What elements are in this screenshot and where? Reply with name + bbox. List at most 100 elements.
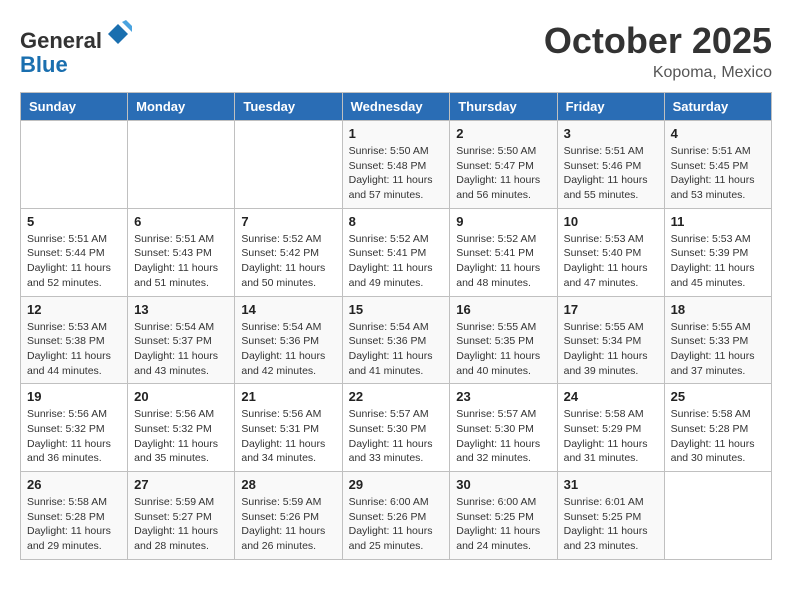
weekday-header-wednesday: Wednesday — [342, 93, 450, 121]
day-info: Sunrise: 5:53 AMSunset: 5:39 PMDaylight:… — [671, 232, 765, 291]
day-info: Sunrise: 5:59 AMSunset: 5:26 PMDaylight:… — [241, 495, 335, 554]
calendar-cell: 12 Sunrise: 5:53 AMSunset: 5:38 PMDayligh… — [21, 296, 128, 384]
calendar-cell: 17 Sunrise: 5:55 AMSunset: 5:34 PMDayligh… — [557, 296, 664, 384]
day-number: 7 — [241, 214, 335, 229]
day-number: 19 — [27, 389, 121, 404]
calendar-cell: 22 Sunrise: 5:57 AMSunset: 5:30 PMDayligh… — [342, 384, 450, 472]
calendar-cell: 21 Sunrise: 5:56 AMSunset: 5:31 PMDayligh… — [235, 384, 342, 472]
day-number: 27 — [134, 477, 228, 492]
day-number: 5 — [27, 214, 121, 229]
weekday-header-tuesday: Tuesday — [235, 93, 342, 121]
day-number: 21 — [241, 389, 335, 404]
day-info: Sunrise: 5:56 AMSunset: 5:32 PMDaylight:… — [27, 407, 121, 466]
day-number: 26 — [27, 477, 121, 492]
calendar-cell — [128, 121, 235, 209]
day-number: 1 — [349, 126, 444, 141]
day-info: Sunrise: 5:58 AMSunset: 5:28 PMDaylight:… — [27, 495, 121, 554]
weekday-header-row: SundayMondayTuesdayWednesdayThursdayFrid… — [21, 93, 772, 121]
calendar-cell: 13 Sunrise: 5:54 AMSunset: 5:37 PMDayligh… — [128, 296, 235, 384]
weekday-header-friday: Friday — [557, 93, 664, 121]
day-info: Sunrise: 5:52 AMSunset: 5:42 PMDaylight:… — [241, 232, 335, 291]
calendar-cell: 28 Sunrise: 5:59 AMSunset: 5:26 PMDayligh… — [235, 472, 342, 560]
location: Kopoma, Mexico — [544, 64, 772, 82]
month-title: October 2025 — [544, 20, 772, 62]
day-number: 15 — [349, 302, 444, 317]
day-number: 18 — [671, 302, 765, 317]
day-info: Sunrise: 5:55 AMSunset: 5:34 PMDaylight:… — [564, 320, 658, 379]
calendar-cell: 6 Sunrise: 5:51 AMSunset: 5:43 PMDaylight… — [128, 208, 235, 296]
calendar-cell: 15 Sunrise: 5:54 AMSunset: 5:36 PMDayligh… — [342, 296, 450, 384]
day-info: Sunrise: 5:51 AMSunset: 5:46 PMDaylight:… — [564, 144, 658, 203]
calendar-cell — [664, 472, 771, 560]
day-info: Sunrise: 5:57 AMSunset: 5:30 PMDaylight:… — [456, 407, 550, 466]
calendar-cell: 4 Sunrise: 5:51 AMSunset: 5:45 PMDaylight… — [664, 121, 771, 209]
calendar-table: SundayMondayTuesdayWednesdayThursdayFrid… — [20, 92, 772, 560]
day-number: 22 — [349, 389, 444, 404]
day-info: Sunrise: 6:01 AMSunset: 5:25 PMDaylight:… — [564, 495, 658, 554]
calendar-cell — [21, 121, 128, 209]
day-info: Sunrise: 5:55 AMSunset: 5:35 PMDaylight:… — [456, 320, 550, 379]
day-info: Sunrise: 5:50 AMSunset: 5:47 PMDaylight:… — [456, 144, 550, 203]
day-number: 28 — [241, 477, 335, 492]
day-number: 30 — [456, 477, 550, 492]
calendar-cell: 19 Sunrise: 5:56 AMSunset: 5:32 PMDayligh… — [21, 384, 128, 472]
day-info: Sunrise: 5:54 AMSunset: 5:37 PMDaylight:… — [134, 320, 228, 379]
calendar-week-row: 19 Sunrise: 5:56 AMSunset: 5:32 PMDayligh… — [21, 384, 772, 472]
day-number: 11 — [671, 214, 765, 229]
logo-icon — [104, 20, 132, 48]
day-info: Sunrise: 5:51 AMSunset: 5:43 PMDaylight:… — [134, 232, 228, 291]
calendar-cell: 2 Sunrise: 5:50 AMSunset: 5:47 PMDaylight… — [450, 121, 557, 209]
day-number: 6 — [134, 214, 228, 229]
day-number: 17 — [564, 302, 658, 317]
day-info: Sunrise: 5:53 AMSunset: 5:38 PMDaylight:… — [27, 320, 121, 379]
day-number: 4 — [671, 126, 765, 141]
calendar-cell: 24Sunrise: 5:58 AMSunset: 5:29 PMDayligh… — [557, 384, 664, 472]
day-info: Sunrise: 5:51 AMSunset: 5:44 PMDaylight:… — [27, 232, 121, 291]
calendar-cell: 27 Sunrise: 5:59 AMSunset: 5:27 PMDayligh… — [128, 472, 235, 560]
calendar-cell: 11 Sunrise: 5:53 AMSunset: 5:39 PMDayligh… — [664, 208, 771, 296]
calendar-cell: 16 Sunrise: 5:55 AMSunset: 5:35 PMDayligh… — [450, 296, 557, 384]
day-info: Sunrise: 5:57 AMSunset: 5:30 PMDaylight:… — [349, 407, 444, 466]
weekday-header-monday: Monday — [128, 93, 235, 121]
day-info: Sunrise: 5:52 AMSunset: 5:41 PMDaylight:… — [349, 232, 444, 291]
logo-general-text: General — [20, 28, 102, 53]
calendar-cell: 14Sunrise: 5:54 AMSunset: 5:36 PMDayligh… — [235, 296, 342, 384]
day-info: Sunrise: 6:00 AMSunset: 5:26 PMDaylight:… — [349, 495, 444, 554]
day-number: 29 — [349, 477, 444, 492]
calendar-cell: 25Sunrise: 5:58 AMSunset: 5:28 PMDayligh… — [664, 384, 771, 472]
calendar-body: 1Sunrise: 5:50 AMSunset: 5:48 PMDaylight… — [21, 121, 772, 560]
calendar-cell: 30Sunrise: 6:00 AMSunset: 5:25 PMDayligh… — [450, 472, 557, 560]
day-info: Sunrise: 5:51 AMSunset: 5:45 PMDaylight:… — [671, 144, 765, 203]
day-info: Sunrise: 5:53 AMSunset: 5:40 PMDaylight:… — [564, 232, 658, 291]
calendar-cell: 10Sunrise: 5:53 AMSunset: 5:40 PMDayligh… — [557, 208, 664, 296]
calendar-cell: 29 Sunrise: 6:00 AMSunset: 5:26 PMDayligh… — [342, 472, 450, 560]
day-info: Sunrise: 5:55 AMSunset: 5:33 PMDaylight:… — [671, 320, 765, 379]
calendar-cell: 9 Sunrise: 5:52 AMSunset: 5:41 PMDaylight… — [450, 208, 557, 296]
day-info: Sunrise: 5:56 AMSunset: 5:31 PMDaylight:… — [241, 407, 335, 466]
day-number: 12 — [27, 302, 121, 317]
calendar-cell: 3Sunrise: 5:51 AMSunset: 5:46 PMDaylight… — [557, 121, 664, 209]
calendar-cell: 18 Sunrise: 5:55 AMSunset: 5:33 PMDayligh… — [664, 296, 771, 384]
calendar-cell: 5 Sunrise: 5:51 AMSunset: 5:44 PMDaylight… — [21, 208, 128, 296]
day-info: Sunrise: 5:52 AMSunset: 5:41 PMDaylight:… — [456, 232, 550, 291]
day-number: 9 — [456, 214, 550, 229]
calendar-week-row: 5 Sunrise: 5:51 AMSunset: 5:44 PMDaylight… — [21, 208, 772, 296]
day-info: Sunrise: 5:59 AMSunset: 5:27 PMDaylight:… — [134, 495, 228, 554]
calendar-cell: 1Sunrise: 5:50 AMSunset: 5:48 PMDaylight… — [342, 121, 450, 209]
day-number: 14 — [241, 302, 335, 317]
weekday-header-sunday: Sunday — [21, 93, 128, 121]
calendar-cell: 20 Sunrise: 5:56 AMSunset: 5:32 PMDayligh… — [128, 384, 235, 472]
calendar-cell: 26 Sunrise: 5:58 AMSunset: 5:28 PMDayligh… — [21, 472, 128, 560]
page-header: General Blue October 2025 Kopoma, Mexico — [20, 20, 772, 82]
day-number: 24 — [564, 389, 658, 404]
day-number: 8 — [349, 214, 444, 229]
day-number: 20 — [134, 389, 228, 404]
day-number: 13 — [134, 302, 228, 317]
day-number: 16 — [456, 302, 550, 317]
calendar-week-row: 26 Sunrise: 5:58 AMSunset: 5:28 PMDayligh… — [21, 472, 772, 560]
day-info: Sunrise: 5:56 AMSunset: 5:32 PMDaylight:… — [134, 407, 228, 466]
day-number: 2 — [456, 126, 550, 141]
calendar-cell: 23Sunrise: 5:57 AMSunset: 5:30 PMDayligh… — [450, 384, 557, 472]
day-number: 31 — [564, 477, 658, 492]
day-info: Sunrise: 5:54 AMSunset: 5:36 PMDaylight:… — [349, 320, 444, 379]
